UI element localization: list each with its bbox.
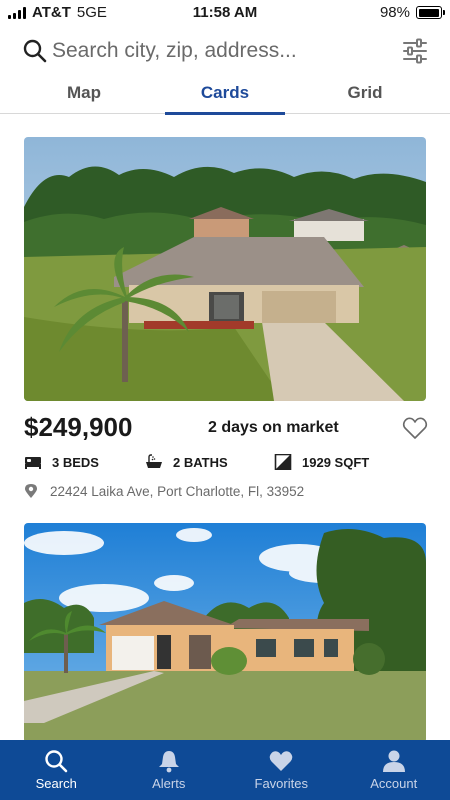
tab-active-indicator <box>165 112 285 115</box>
listing-address: 22424 Laika Ave, Port Charlotte, Fl, 339… <box>50 483 305 499</box>
bathtub-icon <box>146 454 162 468</box>
heart-icon <box>269 751 293 771</box>
baths-fact: 2 BATHS <box>145 454 228 470</box>
listing-photo[interactable] <box>24 137 426 401</box>
listing-facts: 3 BEDS 2 BATHS 1929 SQFT <box>24 454 426 474</box>
battery-percent: 98% <box>379 4 410 21</box>
nav-favorites[interactable]: Favorites <box>225 740 338 800</box>
listing-photo-image <box>24 137 426 401</box>
nav-alerts[interactable]: Alerts <box>113 740 226 800</box>
search-icon <box>45 750 68 773</box>
battery-icon <box>416 6 445 19</box>
listing-price: $249,900 <box>24 412 133 442</box>
days-on-market: 2 days on market <box>208 419 339 436</box>
person-icon <box>382 750 405 772</box>
nav-alerts-label: Alerts <box>152 776 186 791</box>
favorite-heart-icon[interactable] <box>402 415 428 441</box>
bell-icon <box>158 751 179 773</box>
baths-label: 2 BATHS <box>173 454 228 470</box>
status-bar: AT&T 5GE 11:58 AM 98% <box>0 0 450 26</box>
search-bar <box>0 30 450 72</box>
search-icon <box>23 39 47 63</box>
nav-account[interactable]: Account <box>338 740 450 800</box>
beds-label: 3 BEDS <box>52 454 99 470</box>
sqft-fact: 1929 SQFT <box>274 454 369 470</box>
sqft-label: 1929 SQFT <box>302 454 370 470</box>
nav-search-label: Search <box>35 776 77 791</box>
location-pin-icon <box>25 484 37 498</box>
bottom-nav: Search Alerts Favorites Account <box>0 740 450 800</box>
nav-search[interactable]: Search <box>0 740 113 800</box>
search-input[interactable] <box>52 34 382 68</box>
listing-address-row: 22424 Laika Ave, Port Charlotte, Fl, 339… <box>24 483 304 499</box>
view-tabs: Map Cards Grid <box>0 76 450 115</box>
bed-icon <box>25 457 41 469</box>
beds-fact: 3 BEDS <box>24 454 99 470</box>
tab-grid[interactable]: Grid <box>305 76 425 114</box>
status-right: 98% <box>379 4 445 21</box>
listing-photo-image <box>24 523 426 743</box>
tab-map[interactable]: Map <box>24 76 144 114</box>
nav-account-label: Account <box>370 776 418 791</box>
area-icon <box>274 454 292 470</box>
filter-sliders-icon[interactable] <box>402 38 428 64</box>
nav-favorites-label: Favorites <box>254 776 308 791</box>
listing-photo[interactable] <box>24 523 426 743</box>
tab-cards[interactable]: Cards <box>165 76 285 115</box>
tab-cards-label: Cards <box>200 83 250 102</box>
